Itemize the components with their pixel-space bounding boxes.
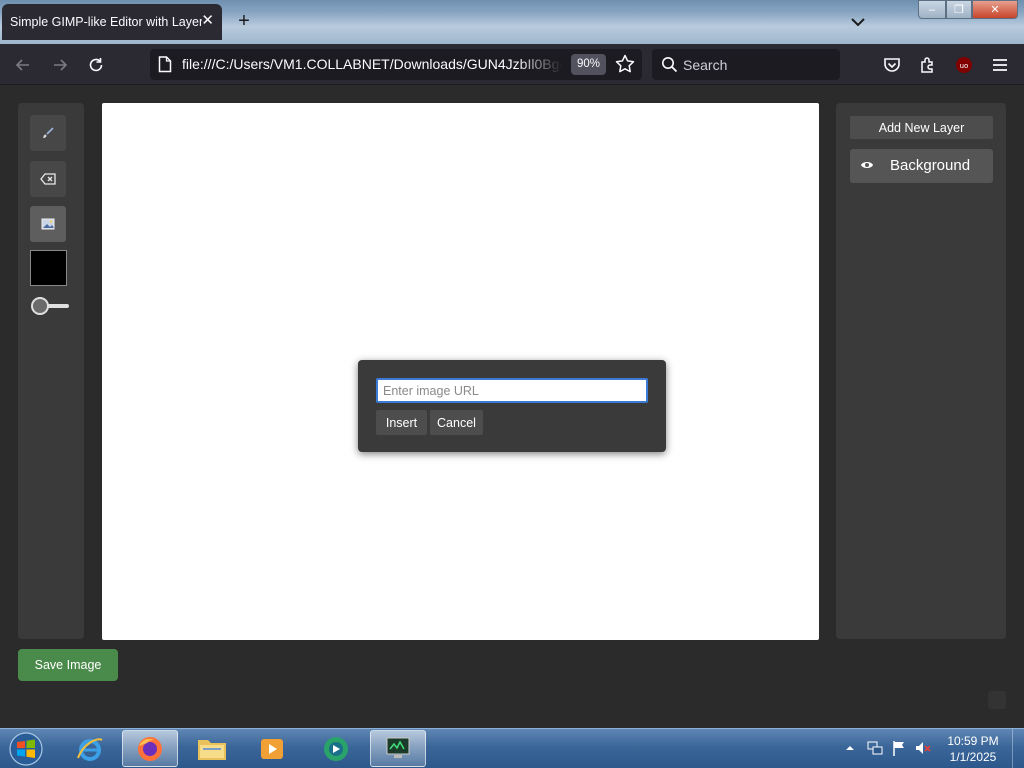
eye-icon[interactable]	[860, 160, 874, 170]
media-player-icon	[261, 738, 283, 759]
tab-title: Simple GIMP-like Editor with Layers	[10, 15, 202, 29]
browser-tab[interactable]: Simple GIMP-like Editor with Layers ✕	[2, 4, 222, 40]
taskbar-firefox[interactable]	[122, 730, 178, 767]
internet-explorer-icon	[77, 737, 103, 761]
network-icon[interactable]	[866, 739, 884, 757]
clock-time: 10:59 PM	[947, 734, 999, 748]
browser-titlebar: Simple GIMP-like Editor with Layers ✕ + …	[0, 0, 1024, 44]
media-center-icon	[324, 736, 348, 761]
save-image-button[interactable]: Save Image	[18, 649, 118, 681]
scroll-corner	[988, 691, 1006, 709]
search-icon	[662, 57, 678, 73]
forward-button[interactable]	[47, 52, 73, 78]
chevron-down-icon	[851, 18, 865, 27]
taskbar-network-monitor[interactable]	[370, 730, 426, 767]
show-hidden-icons-icon[interactable]	[845, 743, 855, 753]
search-bar[interactable]: Search	[652, 49, 840, 80]
tab-close-icon[interactable]: ✕	[201, 13, 214, 29]
eraser-icon	[40, 173, 56, 185]
slider-thumb[interactable]	[31, 297, 49, 315]
taskbar-media-center[interactable]	[308, 730, 364, 767]
windows-logo-icon	[9, 732, 43, 766]
taskbar-internet-explorer[interactable]	[62, 730, 118, 767]
start-button[interactable]	[6, 730, 46, 768]
brush-tool-button[interactable]	[30, 115, 66, 151]
layer-item[interactable]: Background	[850, 149, 993, 183]
system-clock[interactable]: 10:59 PM 1/1/2025	[940, 733, 1006, 765]
action-center-flag-icon[interactable]	[891, 739, 907, 757]
image-tool-button[interactable]	[30, 206, 66, 242]
color-picker[interactable]	[30, 250, 67, 286]
bookmark-star-icon[interactable]	[614, 53, 636, 75]
brush-icon	[43, 127, 54, 138]
image-url-input[interactable]	[376, 378, 648, 403]
cancel-button[interactable]: Cancel	[430, 410, 483, 435]
brush-size-slider[interactable]	[31, 297, 69, 315]
insert-image-dialog: Insert Cancel	[358, 360, 666, 452]
window-minimize-button[interactable]: –	[918, 0, 946, 19]
volume-muted-icon[interactable]	[914, 739, 932, 757]
insert-button[interactable]: Insert	[376, 410, 427, 435]
taskbar-media-player[interactable]	[244, 730, 300, 767]
taskbar-file-explorer[interactable]	[184, 730, 240, 767]
eraser-tool-button[interactable]	[30, 161, 66, 197]
new-tab-button[interactable]: +	[232, 10, 256, 34]
pocket-icon[interactable]	[882, 55, 902, 75]
reload-icon	[89, 58, 103, 72]
arrow-right-icon	[54, 59, 68, 71]
zoom-level-badge[interactable]: 90%	[571, 54, 607, 75]
extensions-icon[interactable]	[918, 55, 938, 75]
list-all-tabs-button[interactable]	[846, 10, 870, 34]
search-placeholder: Search	[683, 57, 728, 73]
show-desktop-button[interactable]	[1012, 729, 1024, 768]
folder-icon	[198, 739, 226, 760]
arrow-left-icon	[15, 59, 29, 71]
window-close-button[interactable]: ✕	[972, 0, 1018, 19]
menu-icon[interactable]	[990, 55, 1010, 75]
browser-navbar: file:///C:/Users/VM1.COLLABNET/Downloads…	[0, 44, 1024, 85]
ublock-origin-icon[interactable]: uo	[954, 55, 974, 75]
layer-name: Background	[890, 157, 971, 174]
firefox-icon	[138, 736, 162, 761]
page-icon	[158, 56, 172, 73]
reload-button[interactable]	[83, 52, 109, 78]
image-icon	[41, 218, 55, 230]
window-maximize-button[interactable]: ❐	[946, 0, 972, 19]
address-bar[interactable]: file:///C:/Users/VM1.COLLABNET/Downloads…	[150, 49, 642, 80]
back-button[interactable]	[10, 52, 36, 78]
svg-text:uo: uo	[960, 62, 969, 70]
network-monitor-icon	[386, 737, 410, 758]
editor-page: Add New Layer Background Save Image Inse…	[0, 85, 1024, 728]
layers-panel: Add New Layer Background	[836, 103, 1006, 639]
add-new-layer-button[interactable]: Add New Layer	[850, 116, 993, 139]
url-text[interactable]: file:///C:/Users/VM1.COLLABNET/Downloads…	[182, 56, 562, 72]
windows-taskbar: 10:59 PM 1/1/2025	[0, 728, 1024, 768]
toolbox-panel	[18, 103, 84, 639]
clock-date: 1/1/2025	[949, 750, 997, 764]
